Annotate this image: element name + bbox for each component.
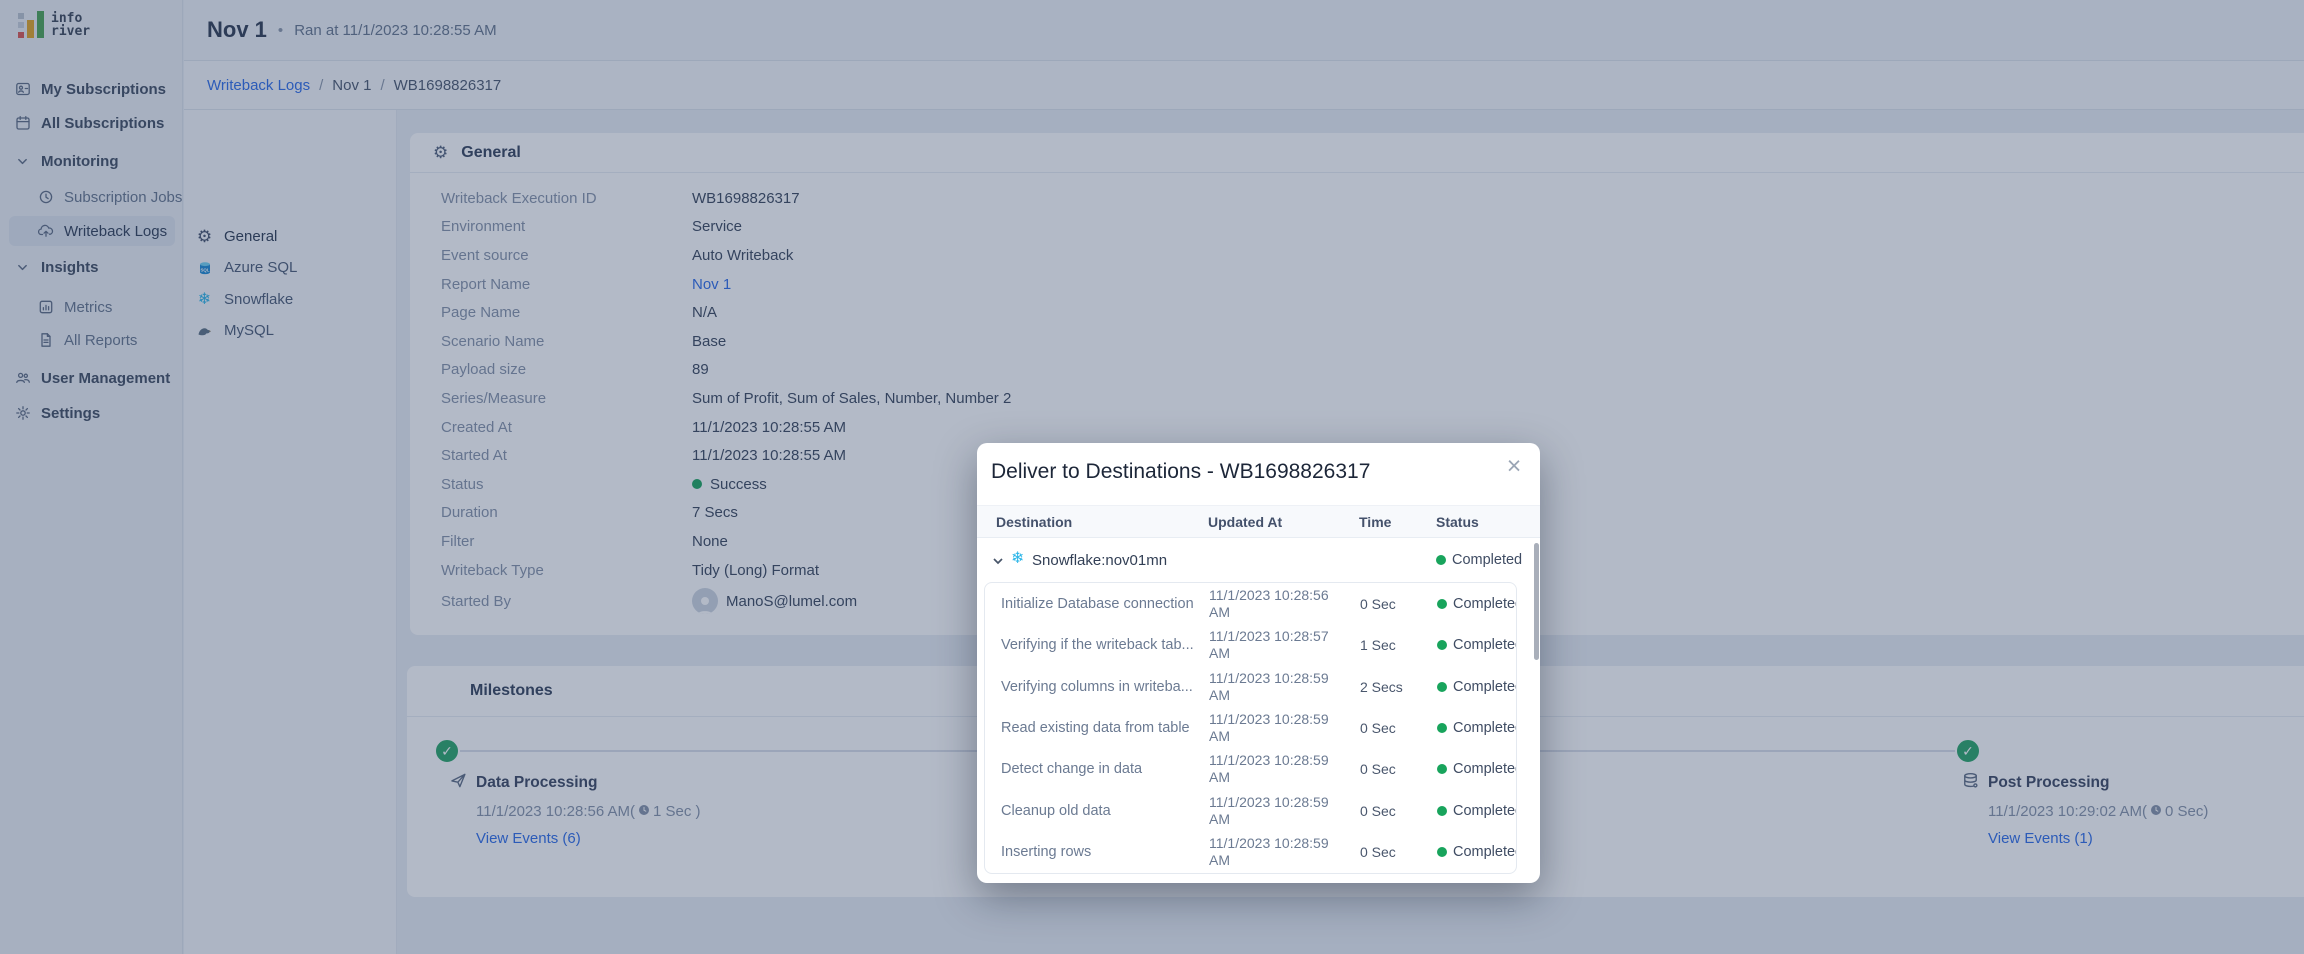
column-header-status: Status	[1436, 514, 1479, 530]
status-dot-completed	[1436, 555, 1446, 565]
modal-table-header: Destination Updated At Time Status	[977, 505, 1540, 538]
column-header-time: Time	[1359, 514, 1392, 530]
status-dot-completed	[1437, 598, 1447, 609]
modal-title: Deliver to Destinations - WB1698826317	[991, 460, 1371, 483]
status-dot-completed	[1437, 640, 1447, 651]
status-dot-completed	[1437, 847, 1447, 858]
deliver-to-destinations-modal: Deliver to Destinations - WB1698826317 ×…	[977, 443, 1540, 883]
destination-steps-card: Initialize Database connection 11/1/2023…	[984, 582, 1517, 874]
step-row: Verifying if the writeback tab... 11/1/2…	[1001, 628, 1517, 662]
status-dot-completed	[1437, 764, 1447, 775]
status-dot-completed	[1437, 722, 1447, 733]
step-row: Verifying columns in writeba... 11/1/202…	[1001, 669, 1517, 703]
step-row: Initialize Database connection 11/1/2023…	[1001, 586, 1517, 620]
app-root: info river My Subscriptions All Subscrip…	[0, 0, 2304, 954]
status-dot-completed	[1437, 681, 1447, 692]
step-row: Inserting rows 11/1/2023 10:28:59 AM 0 S…	[1001, 835, 1517, 869]
step-row: Detect change in data 11/1/2023 10:28:59…	[1001, 752, 1517, 786]
modal-scrollbar-thumb[interactable]	[1534, 543, 1539, 660]
chevron-down-icon	[992, 554, 1004, 572]
step-row: Cleanup old data 11/1/2023 10:28:59 AM 0…	[1001, 793, 1517, 827]
column-header-destination: Destination	[996, 514, 1073, 530]
status-text: Completed	[1452, 552, 1523, 568]
snowflake-icon: ❄	[1011, 550, 1025, 567]
destination-group-row[interactable]: ❄ Snowflake:nov01mn Completed	[977, 541, 1540, 579]
column-header-updated-at: Updated At	[1208, 514, 1283, 530]
close-icon[interactable]: ×	[1497, 449, 1531, 483]
destination-name: Snowflake:nov01mn	[1032, 551, 1168, 569]
step-row: Read existing data from table 11/1/2023 …	[1001, 710, 1517, 744]
status-dot-completed	[1437, 805, 1447, 816]
